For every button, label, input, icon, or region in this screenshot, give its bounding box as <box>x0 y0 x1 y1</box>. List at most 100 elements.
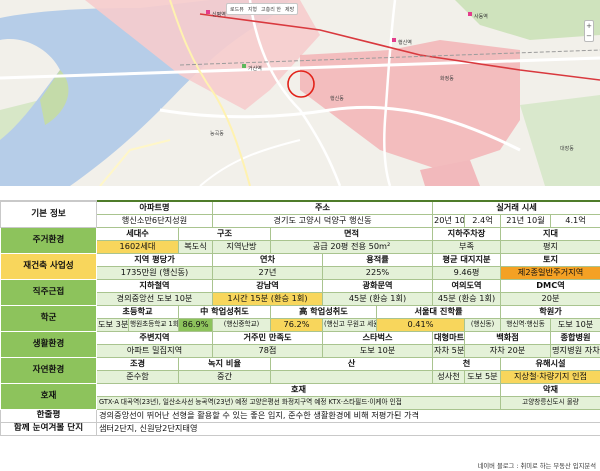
header-cell: 주변지역 <box>96 330 213 345</box>
header-cell: 종합병원 <box>550 330 600 345</box>
header-cell: 용적률 <box>321 252 434 267</box>
elementary-school-name: 행원초등학교 1회 <box>128 317 179 332</box>
header-cell: 高 학업성취도 <box>270 304 377 319</box>
trade-price: 2.4억 <box>464 213 502 228</box>
header-cell: 면적 <box>269 226 434 241</box>
header-cell: 초등학교 <box>96 304 179 319</box>
gangnam-time: 1시간 15분 (환승 1회) <box>212 291 323 306</box>
category-basic: 기본 정보 <box>0 200 97 228</box>
summary-text: 경의중앙선이 뛰어난 선형을 활용할 수 있는 좋은 입지, 준수한 생활환경에… <box>95 408 600 423</box>
zoom-out-icon[interactable]: − <box>585 31 593 41</box>
map-roadview-button[interactable]: 로드뷰 <box>230 6 244 13</box>
header-cell: 산 <box>269 356 434 371</box>
header-cell: 세대수 <box>96 226 179 241</box>
header-cell: 유해시설 <box>500 356 600 371</box>
area-value: 공급 20평 전용 50m² <box>269 239 434 254</box>
starbucks-distance: 도보 10분 <box>321 343 434 358</box>
table-row: 자연환경 조경 녹지 비율 산 천 유해시설 <box>0 356 600 384</box>
category-life: 생활환경 <box>0 330 97 358</box>
table-row: 생활환경 주변지역 거주민 만족도 스타벅스 대형마트 백화점 종합병원 <box>0 330 600 358</box>
table-row: 기본 정보 아파트명 주소 실거래 시세 <box>0 200 600 228</box>
header-cell: 구조 <box>178 226 271 241</box>
middle-school-name: (행신중학교) <box>212 317 271 332</box>
floor-area-ratio: 225% <box>321 265 434 280</box>
header-cell: 백화점 <box>464 330 552 345</box>
elementary-distance: 도보 3분 <box>96 317 129 332</box>
header-cell: 호재 <box>95 382 502 397</box>
map-label: 신평역 <box>212 11 226 18</box>
header-cell: 지대 <box>500 226 600 241</box>
land-share: 9.46평 <box>432 265 502 280</box>
header-cell: 악재 <box>500 382 600 397</box>
category-nature: 자연환경 <box>0 356 97 384</box>
map-terrain-button[interactable]: 지형 <box>248 6 257 13</box>
hospital-value: 명지병원 자차 15분 <box>550 343 600 358</box>
category-living: 주거환경 <box>0 226 97 254</box>
table-row: 재건축 사업성 지역 평당가 연차 용적률 평균 대지지분 토지 <box>0 252 600 280</box>
header-cell: 대형마트 <box>432 330 466 345</box>
map-label: 대장동 <box>560 145 574 152</box>
address-value: 경기도 고양시 덕양구 행신동 <box>211 213 434 228</box>
header-cell: 서울대 진학률 <box>375 304 502 319</box>
header-cell: 광화문역 <box>321 278 434 293</box>
header-cell: 지역 평당가 <box>96 252 213 267</box>
map-label: 사동역 <box>474 13 488 20</box>
related-complexes: 샘터2단지, 신원당2단지태영 <box>95 421 600 436</box>
hazard-facility: 지상철·차량기지 인접 <box>500 369 600 384</box>
green-ratio: 중간 <box>178 369 271 384</box>
positive-factors: GTX-A 대곡역(23년), 일산소사선 능곡역(23년) 예정 고양은평선 … <box>95 395 502 410</box>
table-row: 주거환경 세대수 구조 면적 지하주차장 지대 <box>0 226 600 254</box>
price-per-pyeong: 1735만원 (행신동) <box>96 265 213 280</box>
zoom-in-icon[interactable]: + <box>585 21 593 31</box>
subway-value: 경의중앙선 도보 10분 <box>96 291 213 306</box>
households-value: 1602세대 <box>96 239 179 254</box>
academy-distance: 도보 10분 <box>550 317 600 332</box>
map-label: 행신동 <box>330 95 344 102</box>
header-cell: 스타벅스 <box>321 330 434 345</box>
category-together: 함께 눈여겨볼 단지 <box>0 421 97 436</box>
header-cell: 거주민 만족도 <box>212 330 323 345</box>
map-zoom-control[interactable]: + − <box>584 20 594 42</box>
negative-factors: 고양창릉신도시 물량 <box>500 395 600 410</box>
header-cell: 녹지 비율 <box>178 356 271 371</box>
stream-distance: 도보 5분 <box>464 369 502 384</box>
surrounding-area: 아파트 밀집지역 <box>96 343 213 358</box>
table-row: 호재 호재 악재 <box>0 382 600 410</box>
header-cell: 천 <box>432 356 502 371</box>
map-embankment-button[interactable]: 제방 <box>285 6 294 13</box>
category-commute: 직주근접 <box>0 278 97 306</box>
yeouido-time: 45분 (환승 1회) <box>432 291 502 306</box>
parking-value: 부족 <box>432 239 502 254</box>
header-cell: 학원가 <box>500 304 600 319</box>
stream-name: 성사천 <box>432 369 466 384</box>
map-view[interactable]: 신평역 행신역 거산역 사동역 행신동 화정동 능곡동 대장동 로드뷰 지형 고… <box>0 0 600 186</box>
map-toolbar[interactable]: 로드뷰 지형 고층리 한 제방 <box>226 3 299 15</box>
map-label: 능곡동 <box>210 131 224 137</box>
map-canvas: 신평역 행신역 거산역 사동역 행신동 화정동 능곡동 대장동 <box>0 0 600 186</box>
trade-date: 21년 10월 <box>500 213 552 228</box>
satisfaction-score: 78점 <box>212 343 323 358</box>
source-credit: 네이버 블로그 : 취미로 하는 부동산 입지분석 <box>477 463 596 470</box>
header-cell: 아파트명 <box>96 200 213 215</box>
building-age: 27년 <box>212 265 323 280</box>
trade-date: 20년 10월 <box>432 213 466 228</box>
gwanghwamun-time: 45분 (환승 1회) <box>321 291 434 306</box>
header-cell: 지하철역 <box>96 278 213 293</box>
snu-rate: 0.41% <box>375 317 466 332</box>
map-label: 화정동 <box>440 75 454 82</box>
header-cell: 지하주차장 <box>432 226 502 241</box>
header-cell: 실거래 시세 <box>432 200 600 215</box>
apartment-info-table: 기본 정보 아파트명 주소 실거래 시세 행신소만6단지성원 경기도 고양시 덕… <box>0 200 600 436</box>
header-cell: DMC역 <box>500 278 600 293</box>
terrain-value: 평지 <box>500 239 600 254</box>
high-school-name: (행신고 무원고 세원) <box>322 317 377 332</box>
header-cell: 연차 <box>212 252 323 267</box>
table-row: 학군 초등학교 中 학업성취도 高 학업성취도 서울대 진학률 학원가 <box>0 304 600 332</box>
header-cell: 강남역 <box>212 278 323 293</box>
academy-area: 행신역·행신동 <box>500 317 552 332</box>
map-layer-button[interactable]: 고층리 한 <box>261 6 281 13</box>
map-label: 거산역 <box>248 65 262 72</box>
header-cell: 토지 <box>500 252 600 267</box>
landscape-value: 준수함 <box>96 369 179 384</box>
table-row: 함께 눈여겨볼 단지 샘터2단지, 신원당2단지태영 <box>0 421 600 436</box>
